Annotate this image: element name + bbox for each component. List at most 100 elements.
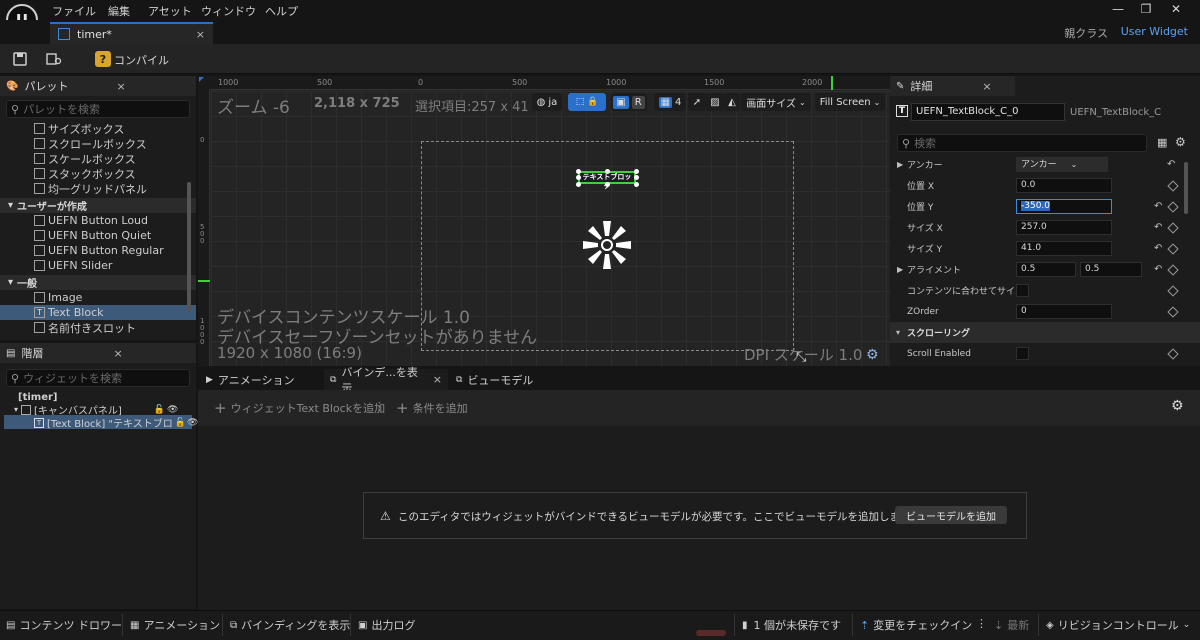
palette-item-scrollbox[interactable]: スクロールボックス [0, 136, 196, 151]
flip-icon[interactable]: ◭ [724, 93, 740, 111]
zorder-input[interactable]: 0 [1016, 304, 1112, 319]
palette-item-uniform-grid[interactable]: 均一グリッドパネル [0, 181, 196, 196]
keyframe-diamond-icon[interactable] [1167, 200, 1179, 213]
document-tab-timer[interactable]: timer* × [50, 22, 213, 44]
bindings-drawer-button[interactable]: ⧉ バインディングを表示 [230, 615, 350, 635]
section-scrolling[interactable]: ▾ スクローリング [890, 322, 1200, 343]
minimize-button[interactable]: — [1108, 2, 1128, 16]
resize-handle[interactable] [605, 182, 610, 187]
palette-item-text-block[interactable]: T Text Block [0, 305, 196, 320]
select-mode-icon[interactable]: ➚ [688, 93, 706, 111]
add-viewmodel-button[interactable]: ビューモデルを追加 [895, 506, 1007, 524]
property-matrix-icon[interactable]: ▦ [1157, 136, 1167, 149]
menu-window[interactable]: ウィンドウ [201, 3, 256, 19]
output-log-button[interactable]: ▣ 出力ログ [358, 615, 415, 635]
lock-toggle-button[interactable]: ⬚ 🔒 [568, 93, 606, 111]
resize-handle[interactable] [634, 182, 639, 187]
resize-handle[interactable] [634, 175, 639, 180]
hierarchy-search-input[interactable]: ⚲ ウィジェットを検索 [6, 369, 190, 387]
widget-name-input[interactable]: UEFN_TextBlock_C_0 [911, 103, 1065, 121]
screen-size-dropdown[interactable]: 画面サイズ ⌄ [741, 93, 811, 111]
add-widget-binding-button[interactable]: + ウィジェットText Blockを追加 [214, 399, 385, 417]
language-button[interactable]: ◍ ja [532, 93, 562, 111]
save-icon[interactable] [11, 50, 29, 68]
palette-close-icon[interactable]: × [116, 80, 125, 93]
palette-item-scalebox[interactable]: スケールボックス [0, 151, 196, 166]
keyframe-diamond-icon[interactable] [1167, 347, 1179, 360]
visibility-eye-icon[interactable]: 👁 [187, 418, 198, 428]
tab-bindings[interactable]: ⧉ バインデ...を表示 × [324, 366, 448, 395]
menu-edit[interactable]: 編集 [108, 3, 130, 19]
resize-handle[interactable] [576, 169, 581, 174]
menu-file[interactable]: ファイル [52, 3, 96, 19]
scroll-enabled-checkbox[interactable] [1016, 347, 1029, 360]
alignment-y-input[interactable]: 0.5 [1080, 262, 1142, 277]
details-search-input[interactable]: ⚲ 検索 [897, 134, 1147, 152]
palette-item-sizebox[interactable]: サイズボックス [0, 121, 196, 136]
menu-help[interactable]: ヘルプ [265, 3, 298, 19]
lock-icon[interactable]: 🔓 [175, 418, 186, 428]
reset-icon[interactable]: ↶ [1154, 201, 1162, 212]
content-drawer-button[interactable]: ▤ コンテンツ ドロワー [6, 615, 122, 635]
browse-asset-icon[interactable] [45, 50, 63, 68]
reset-icon[interactable]: ↶ [1167, 159, 1175, 170]
keyframe-diamond-icon[interactable] [1167, 284, 1179, 297]
menu-asset[interactable]: アセット [148, 3, 192, 19]
maximize-button[interactable]: ❐ [1136, 2, 1156, 16]
palette-item-image[interactable]: Image [0, 290, 196, 305]
compile-button[interactable]: コンパイル [114, 52, 169, 68]
respect-locks-toggle[interactable]: ▣ R [611, 93, 647, 111]
size-y-input[interactable]: 41.0 [1016, 241, 1112, 256]
palette-item-button-loud[interactable]: UEFN Button Loud [0, 213, 196, 228]
resize-handle[interactable] [576, 175, 581, 180]
close-tab-icon[interactable]: × [433, 373, 442, 386]
tab-viewmodel[interactable]: ⧉ ビューモデル [450, 369, 539, 390]
anchor-icon[interactable] [580, 218, 634, 272]
palette-item-stackbox[interactable]: スタックボックス [0, 166, 196, 181]
reset-icon[interactable]: ↶ [1154, 243, 1162, 254]
fit-content-checkbox[interactable] [1016, 284, 1029, 297]
lock-icon[interactable]: 🔓 [154, 405, 165, 415]
keyframe-diamond-icon[interactable] [1167, 305, 1179, 318]
bindings-settings-gear-icon[interactable]: ⚙ [1171, 398, 1184, 414]
resize-handle[interactable] [634, 169, 639, 174]
palette-category-common[interactable]: ▾ 一般 [0, 275, 196, 290]
hierarchy-textblock[interactable]: T [Text Block] "テキストブロ 🔓 👁 [34, 416, 198, 430]
keyframe-diamond-icon[interactable] [1167, 221, 1179, 234]
palette-search-input[interactable]: ⚲ パレットを検索 [6, 100, 190, 118]
palette-scrollbar[interactable] [187, 182, 191, 312]
add-condition-button[interactable]: + 条件を追加 [396, 399, 468, 417]
grid-snap-button[interactable]: ▦ 4 [654, 93, 686, 111]
position-x-input[interactable]: 0.0 [1016, 178, 1112, 193]
keyframe-diamond-icon[interactable] [1167, 242, 1179, 255]
settings-gear-icon[interactable]: ⚙ [1175, 135, 1186, 149]
palette-item-named-slot[interactable]: 名前付きスロット [0, 320, 196, 335]
image-preview-icon[interactable]: ▨ [706, 93, 724, 111]
details-scrollbar[interactable] [1184, 162, 1188, 214]
keyframe-diamond-icon[interactable] [1167, 179, 1179, 192]
position-y-input[interactable]: -350.0 [1016, 199, 1112, 214]
resize-handle[interactable] [576, 182, 581, 187]
resize-handle[interactable] [605, 169, 610, 174]
more-options-icon[interactable]: ⋮ [374, 400, 385, 413]
animation-drawer-button[interactable]: ▦ アニメーション [130, 615, 220, 635]
expand-arrow-icon[interactable]: ▶ [897, 265, 903, 274]
expand-arrow-icon[interactable]: ▶ [897, 160, 903, 169]
reset-icon[interactable]: ↶ [1154, 222, 1162, 233]
close-window-button[interactable]: ✕ [1166, 2, 1186, 16]
tab-animation[interactable]: ▶ アニメーション [200, 369, 300, 390]
parent-class-link[interactable]: User Widget [1121, 25, 1188, 38]
palette-item-slider[interactable]: UEFN Slider [0, 258, 196, 273]
resize-arrows-icon[interactable]: ⤡ [796, 350, 806, 365]
unsaved-assets-button[interactable]: ▮ 1 個が未保存です [742, 615, 841, 635]
details-close-icon[interactable]: × [982, 80, 991, 93]
more-options-icon[interactable]: ⋮ [976, 617, 987, 630]
palette-item-button-regular[interactable]: UEFN Button Regular [0, 243, 196, 258]
close-tab-icon[interactable]: × [196, 28, 205, 41]
check-in-button[interactable]: ⇡ 変更をチェックイン [860, 615, 972, 635]
size-x-input[interactable]: 257.0 [1016, 220, 1112, 235]
keyframe-diamond-icon[interactable] [1167, 263, 1179, 276]
dpi-settings-gear-icon[interactable]: ⚙ [866, 347, 879, 363]
alignment-x-input[interactable]: 0.5 [1016, 262, 1076, 277]
fill-screen-dropdown[interactable]: Fill Screen ⌄ [815, 93, 885, 111]
